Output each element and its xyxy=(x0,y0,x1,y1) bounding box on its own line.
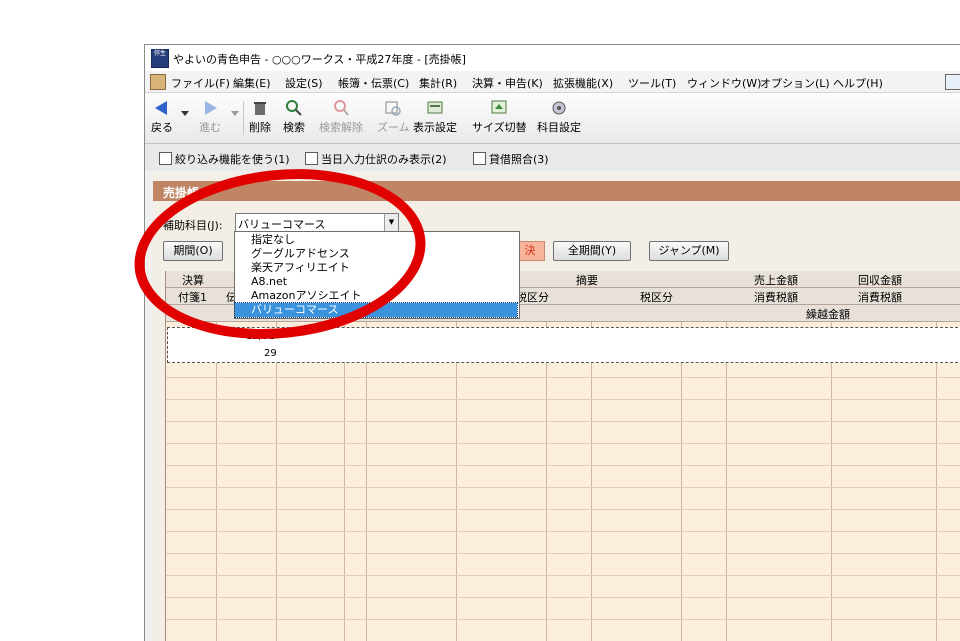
reconcile-label: 貸借照合(3) xyxy=(489,153,549,166)
menu-bar: ファイル(F) 編集(E) 設定(S) 帳簿・伝票(C) 集計(R) 決算・申告… xyxy=(145,71,960,93)
back-arrow-icon xyxy=(155,101,167,115)
restore-icon[interactable] xyxy=(945,74,960,90)
menu-kessan[interactable]: 決算・申告(K) xyxy=(472,75,543,91)
trash-icon xyxy=(254,102,266,115)
search-label: 検索 xyxy=(283,121,305,134)
all-period-button[interactable]: 全期間(Y) xyxy=(553,241,631,261)
menu-edit[interactable]: 編集(E) xyxy=(233,75,271,91)
account-settings-icon xyxy=(552,101,566,115)
search-icon xyxy=(286,100,302,116)
forward-button[interactable]: 進む xyxy=(199,99,221,135)
filter-label: 絞り込み機能を使う(1) xyxy=(175,153,290,166)
title-bar: 弥生 やよいの青色申告 - ○○○ワークス・平成27年度 - [売掛帳] xyxy=(145,45,960,71)
back-dropdown-icon[interactable] xyxy=(181,111,189,117)
row-day: 29 xyxy=(264,348,277,359)
header-zeiku-2: 税区分 xyxy=(640,291,673,304)
grid-row-line xyxy=(166,399,960,400)
app-window: 弥生 やよいの青色申告 - ○○○ワークス・平成27年度 - [売掛帳] ファイ… xyxy=(144,44,960,641)
menu-tools[interactable]: ツール(T) xyxy=(628,75,676,91)
header-zeiku-1: 税区分 xyxy=(516,291,549,304)
window-title: やよいの青色申告 - ○○○ワークス・平成27年度 - [売掛帳] xyxy=(173,53,466,66)
toolbar: 戻る 進む 削除 検索 検索解除 ズーム 表示設定 サイズ切替 科目設定 xyxy=(145,93,960,144)
today-only-checkbox[interactable] xyxy=(305,152,318,165)
size-toggle-icon xyxy=(491,100,507,114)
back-button[interactable]: 戻る xyxy=(151,99,173,135)
menu-settings[interactable]: 設定(S) xyxy=(285,75,323,91)
size-toggle-label: サイズ切替 xyxy=(472,121,527,134)
grid-row-line xyxy=(166,377,960,378)
back-label: 戻る xyxy=(151,121,173,134)
grid-row-line xyxy=(166,487,960,488)
menu-file[interactable]: ファイル(F) xyxy=(171,75,230,91)
reconcile-checkbox[interactable] xyxy=(473,152,486,165)
display-settings-label: 表示設定 xyxy=(413,121,457,134)
account-settings-button[interactable]: 科目設定 xyxy=(537,99,581,135)
zoom-icon xyxy=(385,101,402,116)
grid-row-line xyxy=(166,619,960,620)
zoom-label: ズーム xyxy=(377,121,410,134)
grid-row-line xyxy=(166,465,960,466)
header-kurikoshi: 繰越金額 xyxy=(806,308,850,321)
filter-checkbox[interactable] xyxy=(159,152,172,165)
menu-totals[interactable]: 集計(R) xyxy=(419,75,457,91)
header-tax-1: 消費税額 xyxy=(754,291,798,304)
menu-books[interactable]: 帳簿・伝票(C) xyxy=(338,75,409,91)
search-clear-label: 検索解除 xyxy=(319,121,363,134)
display-settings-icon xyxy=(427,101,443,114)
grid-row-line xyxy=(166,575,960,576)
search-button[interactable]: 検索 xyxy=(283,99,305,135)
toolbar-separator xyxy=(243,101,244,135)
jump-button[interactable]: ジャンプ(M) xyxy=(649,241,729,261)
grid-row-line xyxy=(166,443,960,444)
menu-help[interactable]: ヘルプ(H) xyxy=(833,75,883,91)
forward-label: 進む xyxy=(199,121,221,134)
display-settings-button[interactable]: 表示設定 xyxy=(413,99,457,135)
account-settings-label: 科目設定 xyxy=(537,121,581,134)
grid-row-line xyxy=(166,421,960,422)
forward-dropdown-icon[interactable] xyxy=(231,111,239,117)
zoom-button[interactable]: ズーム xyxy=(377,99,410,135)
app-icon: 弥生 xyxy=(151,49,169,68)
grid-row-line xyxy=(166,531,960,532)
menu-options[interactable]: オプション(L) xyxy=(760,75,830,91)
filter-bar: 絞り込み機能を使う(1) 当日入力仕訳のみ表示(2) 貸借照合(3) xyxy=(145,144,960,171)
today-only-label: 当日入力仕訳のみ表示(2) xyxy=(321,153,447,166)
delete-button[interactable]: 削除 xyxy=(249,99,271,135)
header-uriage: 売上金額 xyxy=(754,274,798,287)
document-icon[interactable] xyxy=(150,74,166,90)
header-kaishu: 回収金額 xyxy=(858,274,902,287)
grid-row-line xyxy=(166,597,960,598)
search-clear-button[interactable]: 検索解除 xyxy=(319,99,363,135)
grid-row-line xyxy=(166,553,960,554)
header-tax-2: 消費税額 xyxy=(858,291,902,304)
grid-row-line xyxy=(166,509,960,510)
delete-label: 削除 xyxy=(249,121,271,134)
header-tekiyo: 摘要 xyxy=(576,274,598,287)
search-clear-icon xyxy=(334,100,349,116)
forward-arrow-icon xyxy=(205,101,217,115)
size-toggle-button[interactable]: サイズ切替 xyxy=(472,99,527,135)
menu-window[interactable]: ウィンドウ(W) xyxy=(687,75,761,91)
menu-extensions[interactable]: 拡張機能(X) xyxy=(553,75,613,91)
